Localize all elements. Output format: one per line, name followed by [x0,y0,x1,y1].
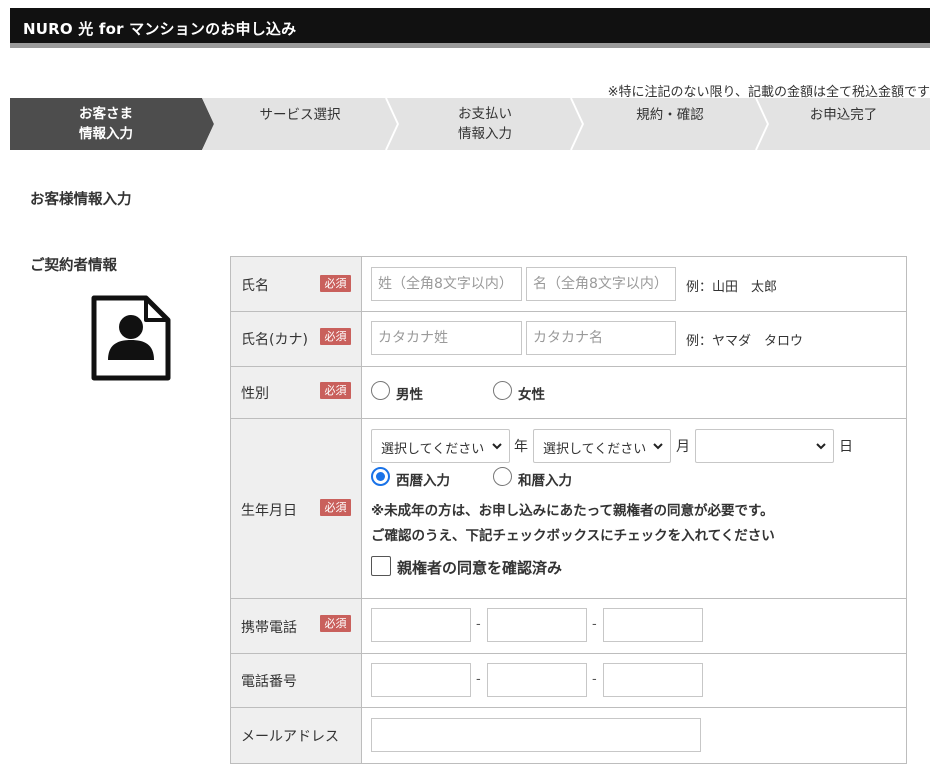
required-badge: 必須 [320,275,351,292]
first-name-input[interactable] [526,267,676,301]
mobile-part3-input[interactable] [603,608,703,642]
mobile-part2-input[interactable] [487,608,587,642]
last-name-input[interactable] [371,267,522,301]
birthday-label: 生年月日 [241,503,297,519]
gender-female-radio[interactable] [493,381,512,400]
phone-part3-input[interactable] [603,663,703,697]
chevron-down-icon [816,443,826,450]
first-name-kana-input[interactable] [526,321,676,355]
required-badge: 必須 [320,615,351,632]
phone-label: 電話番号 [241,674,297,690]
email-label: メールアドレス [241,729,339,745]
kana-example: 例：ヤマダ タロウ [686,334,804,349]
gender-female-label: 女性 [518,387,545,403]
calendar-western-label: 西暦入力 [396,473,450,489]
form-row-email: メールアドレス [230,708,907,764]
phone-part1-input[interactable] [371,663,471,697]
step-terms-confirm: 規約・確認 [572,98,770,150]
chevron-down-icon [492,443,502,450]
form-row-gender: 性別 必須 男性 女性 [230,367,907,419]
section-title: お客様情報入力 [30,192,132,208]
form-row-birthday: 生年月日 必須 選択してください 年 選択してください 月 日 西暦入力 和暦入… [230,419,907,599]
phone-part2-input[interactable] [487,663,587,697]
birth-day-select[interactable] [695,429,834,463]
guardian-consent-label: 親権者の同意を確認済み [397,559,563,577]
step-customer-info: お客さま 情報入力 [10,98,214,150]
minor-notice-2: ご確認のうえ、下記チェックボックスにチェックを入れてください [371,528,775,544]
form-row-name: 氏名 必須 例：山田 太郎 [230,256,907,312]
page-title: NURO 光 for マンションのお申し込み [23,20,297,38]
page-header: NURO 光 for マンションのお申し込み [10,8,930,48]
calendar-japanese-label: 和暦入力 [518,473,572,489]
form-row-kana: 氏名(カナ) 必須 例：ヤマダ タロウ [230,312,907,367]
name-label: 氏名 [241,278,269,294]
form-row-phone: 電話番号 - - [230,654,907,708]
person-document-icon [91,295,171,381]
gender-male-radio[interactable] [371,381,390,400]
calendar-japanese-radio[interactable] [493,467,512,486]
minor-notice-1: ※未成年の方は、お申し込みにあたって親権者の同意が必要です。 [371,503,774,519]
kana-label: 氏名(カナ) [241,332,308,348]
name-example: 例：山田 太郎 [686,280,778,295]
required-badge: 必須 [320,328,351,345]
chevron-down-icon [653,443,663,450]
progress-steps: お客さま 情報入力 サービス選択 お支払い 情報入力 規約・確認 お申込完了 [10,98,930,150]
mobile-part1-input[interactable] [371,608,471,642]
step-service-select: サービス選択 [202,98,400,150]
form-row-mobile: 携帯電話 必須 - - [230,599,907,654]
gender-male-label: 男性 [396,387,423,403]
email-input[interactable] [371,718,701,752]
guardian-consent-checkbox[interactable] [371,556,391,576]
contract-holder-title: ご契約者情報 [30,258,117,274]
mobile-label: 携帯電話 [241,620,297,636]
birth-year-select[interactable]: 選択してください [371,429,510,463]
birth-month-select[interactable]: 選択してください [533,429,671,463]
required-badge: 必須 [320,382,351,399]
calendar-western-radio[interactable] [371,467,390,486]
gender-label: 性別 [241,386,269,402]
last-name-kana-input[interactable] [371,321,522,355]
required-badge: 必須 [320,499,351,516]
step-payment-info: お支払い 情報入力 [387,98,585,150]
step-complete: お申込完了 [757,98,930,150]
